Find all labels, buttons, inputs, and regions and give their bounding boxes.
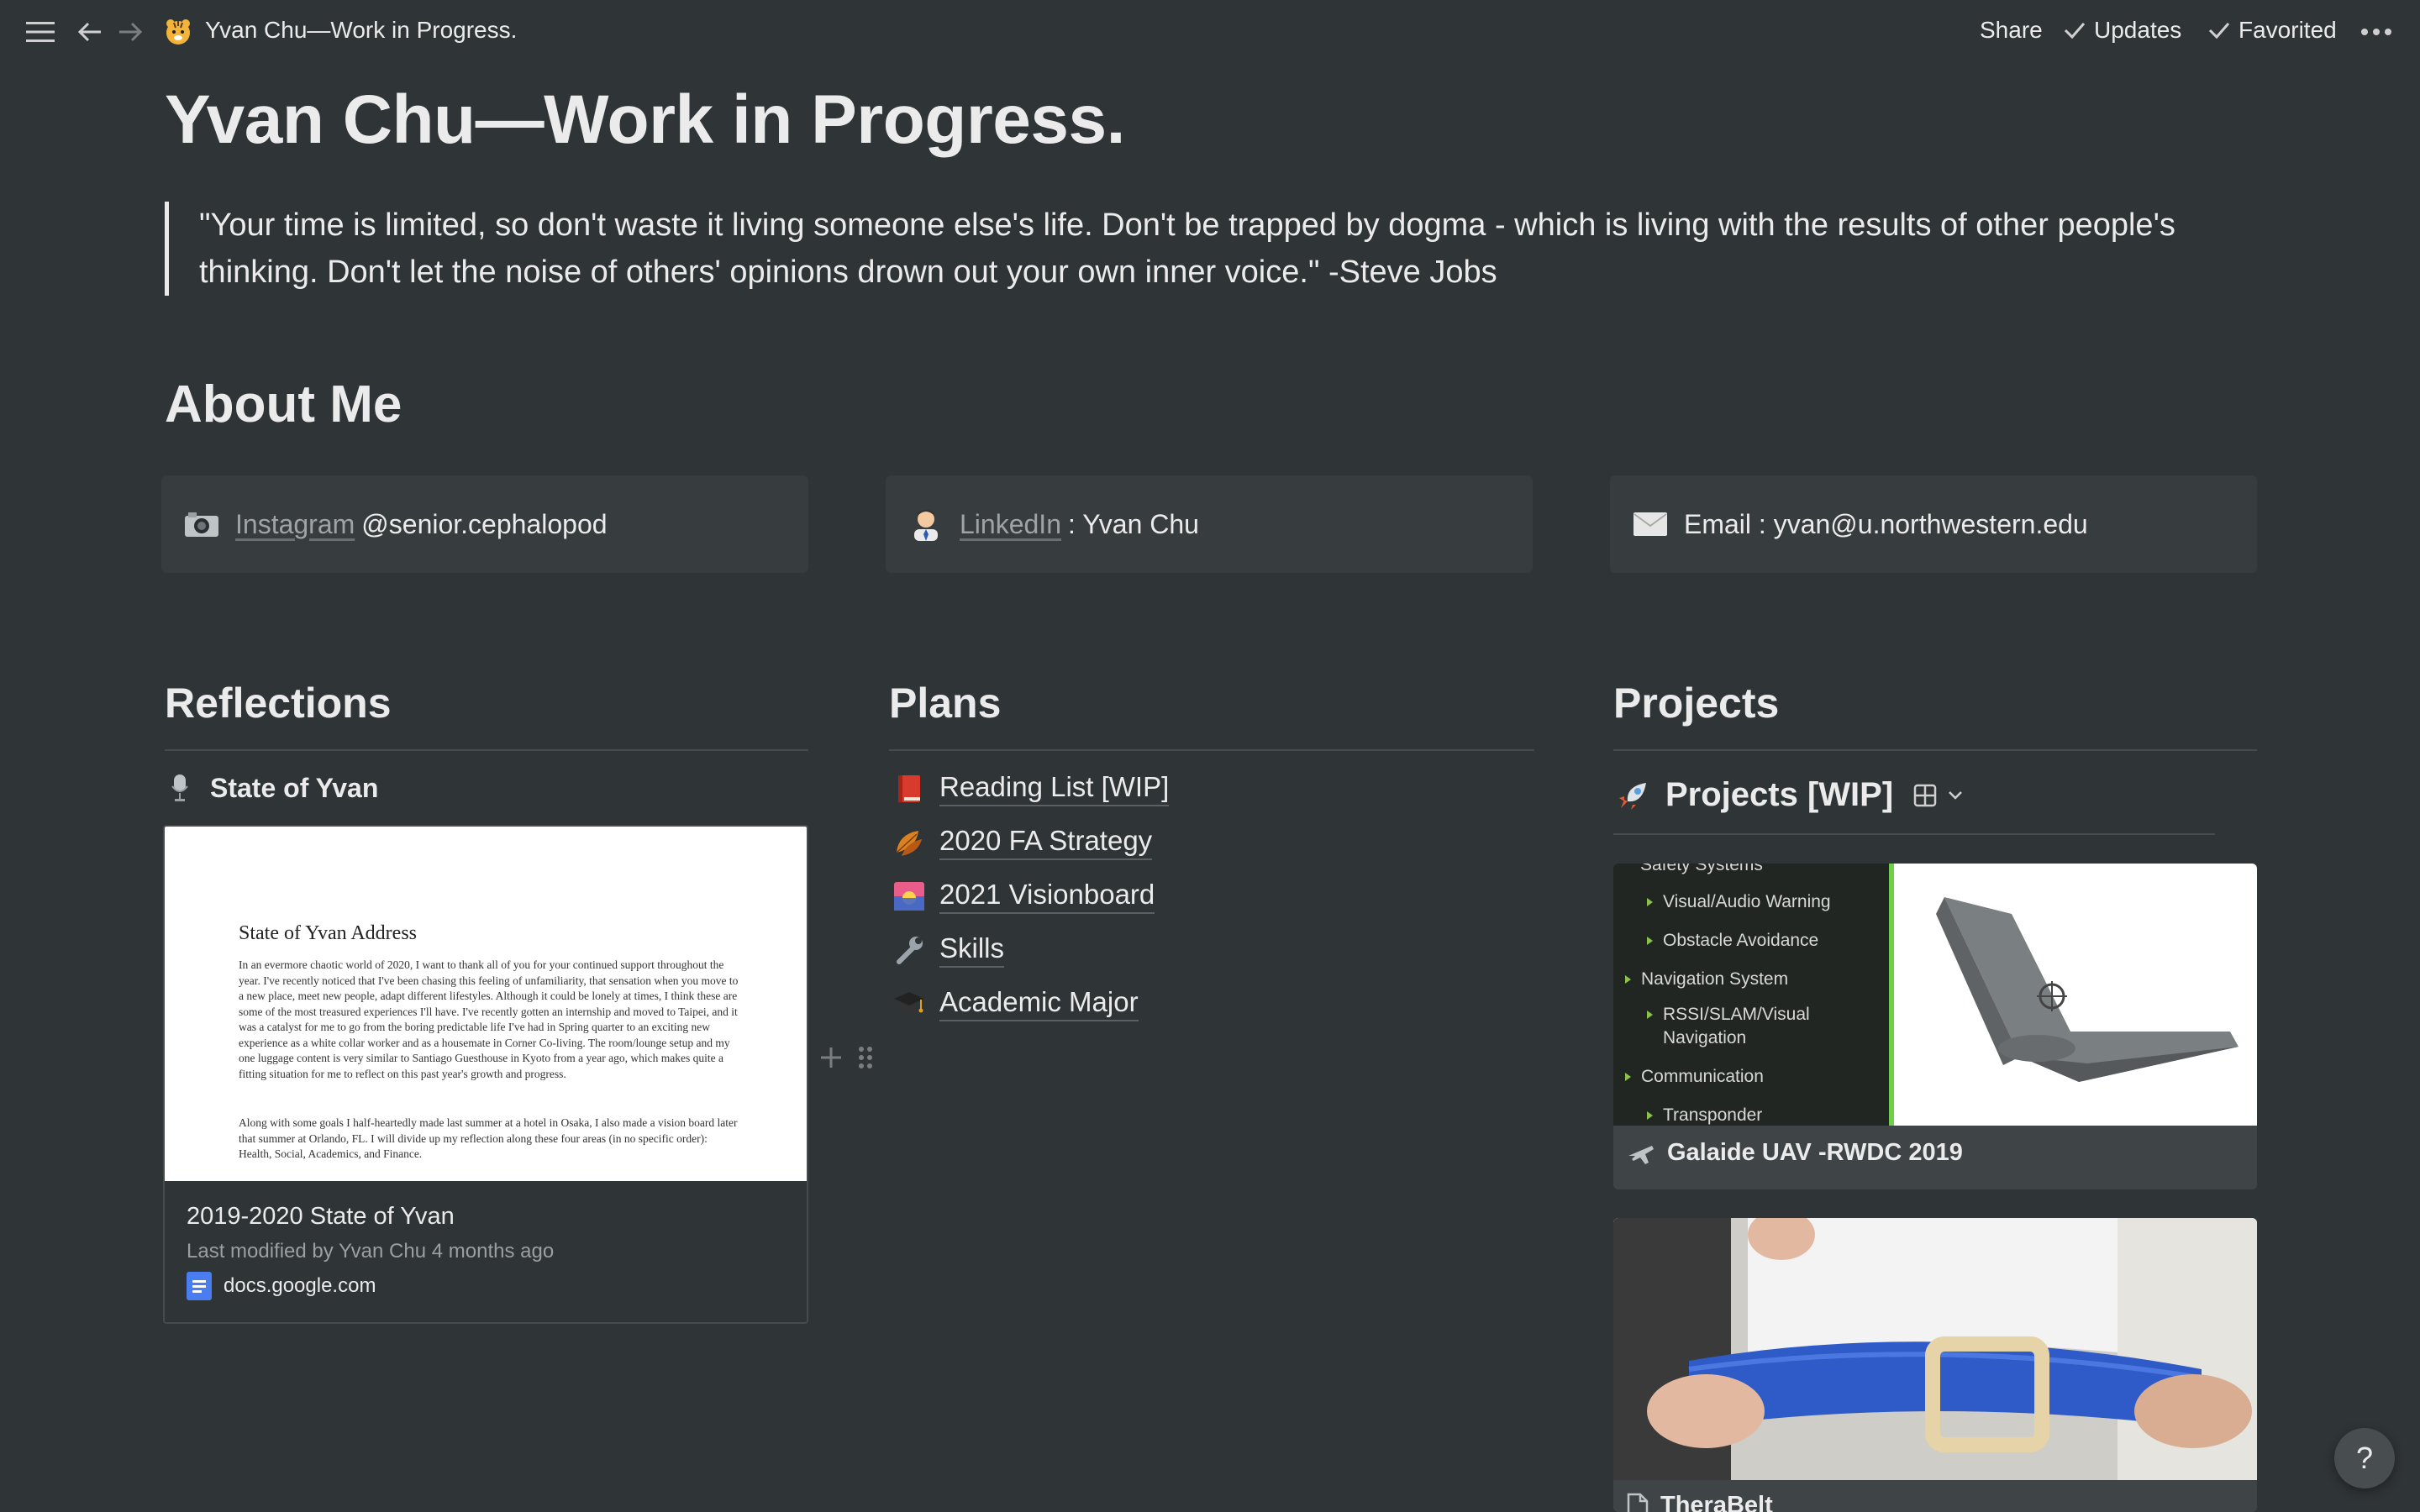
doc-preview-paragraph-2: Along with some goals I half-heartedly m… <box>239 1116 738 1160</box>
instagram-link[interactable]: Instagram <box>235 509 355 540</box>
galaide-cover-image: Safety Systems Visual/Audio Warning Obst… <box>1613 864 2257 1126</box>
reflections-heading: Reflections <box>165 680 392 727</box>
updates-label: Updates <box>2094 17 2182 43</box>
favorited-button[interactable]: Favorited <box>2208 17 2337 44</box>
linkedin-text: : Yvan Chu <box>1067 508 1199 539</box>
about-heading: About Me <box>165 375 402 433</box>
galaide-title-text: Galaide UAV -RWDC 2019 <box>1667 1139 1963 1166</box>
tree-item: Navigation <box>1663 1028 1747 1047</box>
breadcrumb-title[interactable]: Yvan Chu—Work in Progress. <box>205 17 517 44</box>
page-icon <box>1627 1493 1649 1512</box>
bookmark-url: docs.google.com <box>187 1272 376 1300</box>
tree-item: RSSI/SLAM/Visual <box>1647 1005 1810 1025</box>
plan-skills[interactable]: Skills <box>892 932 1005 968</box>
linkedin-callout: LinkedIn : Yvan Chu <box>886 475 1533 573</box>
projects-divider <box>1613 749 2257 751</box>
projects-db-label: Projects [WIP] <box>1665 776 1894 813</box>
more-options-icon[interactable] <box>2360 15 2393 49</box>
therabelt-cover-image <box>1613 1218 2257 1480</box>
quote-block: "Your time is limited, so don't waste it… <box>165 202 2181 296</box>
check-icon <box>2208 23 2230 39</box>
plan-fa-strategy[interactable]: 2020 FA Strategy <box>892 825 1153 860</box>
plan-label: Skills <box>939 932 1005 968</box>
graduation-cap-icon <box>892 987 926 1021</box>
rocket-icon <box>1615 777 1652 814</box>
mindmap-panel: Safety Systems Visual/Audio Warning Obst… <box>1613 864 1889 1126</box>
plan-reading-list[interactable]: Reading List [WIP] <box>892 771 1170 806</box>
doc-preview: State of Yvan Address In an evermore cha… <box>165 827 807 1181</box>
gallery-view-icon[interactable] <box>1913 784 1937 807</box>
quote-line-1: "Your time is limited, so don't waste it… <box>199 207 2175 243</box>
tree-item: Navigation System <box>1625 969 1788 990</box>
plans-heading: Plans <box>889 680 1002 727</box>
plan-visionboard[interactable]: 2021 Visionboard <box>892 879 1155 914</box>
plan-label: Reading List [WIP] <box>939 771 1170 806</box>
wrench-icon <box>892 933 926 967</box>
doc-preview-paragraph-1: In an evermore chaotic world of 2020, I … <box>239 958 739 1080</box>
bookmark-subtitle: Last modified by Yvan Chu 4 months ago <box>187 1240 555 1263</box>
google-doc-bookmark[interactable]: State of Yvan Address In an evermore cha… <box>163 825 808 1324</box>
updates-button[interactable]: Updates <box>2064 17 2181 44</box>
bookmark-title: 2019-2020 State of Yvan <box>187 1203 455 1230</box>
instagram-handle: @senior.cephalopod <box>361 508 608 539</box>
tree-item: Safety Systems <box>1640 864 1763 874</box>
uav-render <box>1894 864 2257 1126</box>
linkedin-link[interactable]: LinkedIn <box>960 509 1061 540</box>
projects-heading: Projects <box>1613 680 1780 727</box>
plan-label: 2020 FA Strategy <box>939 825 1153 860</box>
help-button[interactable]: ? <box>2334 1428 2395 1488</box>
share-button[interactable]: Share <box>1980 17 2043 44</box>
camera-icon <box>183 506 220 543</box>
chevron-down-icon[interactable] <box>1947 790 1964 801</box>
state-of-yvan-link[interactable]: State of Yvan <box>163 771 378 805</box>
drag-handle-icon[interactable] <box>857 1045 874 1074</box>
top-bar: Yvan Chu—Work in Progress. Share Updates… <box>0 0 2420 64</box>
plan-label: Academic Major <box>939 986 1139 1021</box>
tree-item: Visual/Audio Warning <box>1647 892 1831 912</box>
menu-icon[interactable] <box>24 15 57 49</box>
galaide-card-title: Galaide UAV -RWDC 2019 <box>1627 1139 1963 1167</box>
plan-label: 2021 Visionboard <box>939 879 1155 914</box>
email-text[interactable]: Email : yvan@u.northwestern.edu <box>1684 509 2088 540</box>
google-docs-icon <box>187 1272 212 1300</box>
page-title: Yvan Chu—Work in Progress. <box>165 81 1125 158</box>
office-worker-icon <box>908 506 944 543</box>
envelope-icon <box>1632 506 1669 543</box>
reflections-divider <box>165 749 808 751</box>
tree-item: Transponder <box>1647 1105 1762 1126</box>
tree-item: Obstacle Avoidance <box>1647 931 1818 951</box>
favorited-label: Favorited <box>2238 17 2337 43</box>
tree-item: Communication <box>1625 1067 1764 1087</box>
projects-db-divider <box>1613 833 2215 835</box>
state-of-yvan-label: State of Yvan <box>210 772 379 803</box>
sunrise-icon <box>892 879 926 913</box>
bookmark-url-text: docs.google.com <box>224 1274 376 1297</box>
therabelt-card-title: TheraBelt <box>1627 1492 1773 1512</box>
back-arrow-icon[interactable] <box>76 15 104 49</box>
check-icon <box>2064 23 2086 39</box>
plan-academic-major[interactable]: Academic Major <box>892 986 1139 1021</box>
airplane-icon <box>1627 1141 1655 1166</box>
tiger-emoji-icon <box>163 15 193 49</box>
project-card-therabelt[interactable]: TheraBelt <box>1613 1218 2257 1512</box>
share-label: Share <box>1980 17 2043 43</box>
add-block-icon[interactable] <box>818 1045 844 1074</box>
forward-arrow-icon[interactable] <box>116 15 145 49</box>
instagram-callout: Instagram @senior.cephalopod <box>161 475 808 573</box>
therabelt-title-text: TheraBelt <box>1660 1492 1773 1512</box>
doc-preview-title: State of Yvan Address <box>239 922 418 944</box>
leaf-icon <box>892 826 926 859</box>
microphone-icon <box>163 771 197 805</box>
quote-line-2: thinking. Don't let the noise of others'… <box>199 255 1497 290</box>
project-card-galaide[interactable]: Safety Systems Visual/Audio Warning Obst… <box>1613 864 2257 1189</box>
projects-db-title[interactable]: Projects [WIP] <box>1615 776 1964 814</box>
plans-divider <box>889 749 1534 751</box>
email-callout: Email : yvan@u.northwestern.edu <box>1610 475 2257 573</box>
book-icon <box>892 772 926 806</box>
